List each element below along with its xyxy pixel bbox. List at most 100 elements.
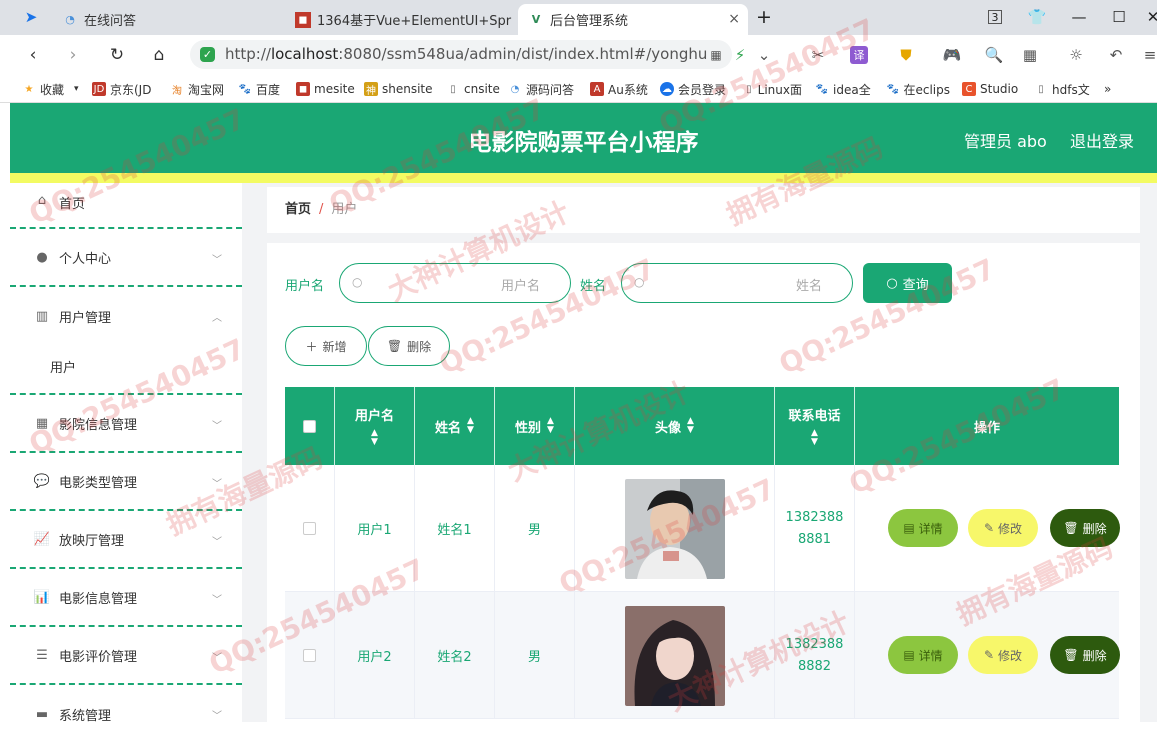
bookmark-item[interactable]: ▯ Linux面 bbox=[744, 80, 802, 98]
bookmark-item[interactable]: ▯ cnsite bbox=[446, 80, 500, 98]
bookmark-item[interactable]: 🐾 在eclips bbox=[886, 80, 951, 98]
edit-button[interactable]: ✎ 修改 bbox=[968, 509, 1038, 547]
building-icon: ▥ bbox=[35, 308, 49, 324]
detail-button[interactable]: ▤ 详情 bbox=[888, 509, 958, 547]
translate-icon[interactable]: 译 bbox=[850, 46, 868, 64]
browser-logo-icon[interactable]: ➤ bbox=[20, 6, 42, 28]
window-badge-icon[interactable]: 3 bbox=[988, 10, 1002, 24]
forward-icon[interactable]: › bbox=[62, 44, 84, 66]
browser-tab-active[interactable]: V 后台管理系统 × bbox=[518, 4, 748, 35]
back-icon[interactable]: ‹ bbox=[22, 44, 44, 66]
header-label: 用户名 bbox=[354, 409, 394, 424]
sidebar-item-system[interactable]: ▬ 系统管理 ﹀ bbox=[10, 685, 242, 743]
name-search-input[interactable]: ○ 姓名 bbox=[621, 263, 853, 303]
sidebar-item-movie-type[interactable]: 💬 电影类型管理 ﹀ bbox=[10, 453, 242, 511]
sort-icon[interactable]: ▲ ▼ bbox=[547, 417, 554, 435]
apps-grid-icon[interactable]: ▦ bbox=[1018, 44, 1042, 66]
home-icon[interactable]: ⌂ bbox=[148, 44, 170, 66]
batch-delete-button[interactable]: 🗑 删除 bbox=[368, 326, 450, 366]
undo-icon[interactable]: ↶ bbox=[1104, 44, 1128, 66]
sidebar-item-label: 电影类型管理 bbox=[59, 475, 138, 491]
sidebar-item-movie-review[interactable]: ☰ 电影评价管理 ﹀ bbox=[10, 627, 242, 685]
shield-yen-icon[interactable]: ⛊ bbox=[894, 44, 918, 66]
column-header-name[interactable]: 姓名 ▲ ▼ bbox=[415, 387, 495, 465]
cell-avatar bbox=[575, 592, 775, 719]
new-tab-button[interactable]: + bbox=[753, 6, 775, 28]
reload-icon[interactable]: ↻ bbox=[106, 44, 128, 66]
detail-label: 详情 bbox=[918, 521, 943, 536]
query-button[interactable]: ○ 查询 bbox=[863, 263, 952, 303]
table-row: 用户1 姓名1 男 1382388 8881 ▤ 详情 ✎ 修改 🗑 删除 bbox=[285, 465, 1120, 592]
bookmark-item[interactable]: 🐾 idea全 bbox=[815, 80, 873, 98]
menu-icon[interactable]: ≡ bbox=[1138, 44, 1157, 66]
sort-icon[interactable]: ▲ ▼ bbox=[811, 429, 818, 447]
browser-tab-2[interactable]: ◼ 1364基于Vue+ElementUI+Spr bbox=[285, 4, 515, 35]
scissors-icon[interactable]: ✂ bbox=[806, 44, 830, 66]
url-input[interactable]: ✓ http://localhost:8080/ssm548ua/admin/d… bbox=[190, 40, 732, 69]
username-placeholder: 用户名 bbox=[500, 279, 540, 294]
bookmark-item[interactable]: ★ 收藏 ▾ bbox=[22, 80, 79, 98]
detail-label: 详情 bbox=[918, 648, 943, 663]
header-label: 操作 bbox=[973, 420, 1000, 436]
delete-button[interactable]: 🗑 删除 bbox=[1050, 636, 1120, 674]
sort-icon[interactable]: ▲ ▼ bbox=[687, 417, 694, 435]
detail-button[interactable]: ▤ 详情 bbox=[888, 636, 958, 674]
add-label: 新增 bbox=[322, 339, 347, 354]
chevron-down-icon[interactable]: ⌄ bbox=[752, 44, 776, 66]
sort-icon[interactable]: ▲ ▼ bbox=[467, 417, 474, 435]
grid-small-icon[interactable]: ▦ bbox=[704, 44, 728, 66]
column-header-username[interactable]: 用户名 ▲ ▼ bbox=[335, 387, 415, 465]
bookmark-item[interactable]: 🐾 百度 bbox=[238, 80, 280, 98]
sidebar-item-cinema[interactable]: ▦ 影院信息管理 ﹀ bbox=[10, 395, 242, 453]
bookmark-item[interactable]: A Au系统 bbox=[590, 80, 648, 98]
sidebar-item-profile[interactable]: ● 个人中心 ﹀ bbox=[10, 229, 242, 287]
sidebar-subitem-user[interactable]: 用户 bbox=[10, 343, 242, 395]
bookmark-item[interactable]: ▯ hdfs文 bbox=[1034, 80, 1092, 98]
column-header-gender[interactable]: 性别 ▲ ▼ bbox=[495, 387, 575, 465]
bookmark-item[interactable]: 淘淘宝网 bbox=[170, 80, 224, 98]
tab-site-icon: ◔ bbox=[65, 13, 75, 26]
lightning-icon[interactable]: ⚡ bbox=[728, 44, 752, 66]
sidebar-item-hall[interactable]: 📈 放映厅管理 ﹀ bbox=[10, 511, 242, 569]
sidebar-item-label: 个人中心 bbox=[59, 251, 112, 267]
chevron-down-icon: ﹀ bbox=[212, 711, 222, 722]
cloud-icon: ☁ bbox=[660, 82, 674, 96]
bookmark-item[interactable]: C Studio bbox=[962, 80, 1018, 98]
bookmark-item[interactable]: 神 shensite bbox=[364, 80, 433, 98]
sidebar-item-movie-info[interactable]: 📊 电影信息管理 ﹀ bbox=[10, 569, 242, 627]
chevron-up-icon: ︿ bbox=[212, 313, 222, 324]
edit-button[interactable]: ✎ 修改 bbox=[968, 636, 1038, 674]
bookmark-label: 源码问答 bbox=[526, 82, 575, 97]
bookmarks-more[interactable]: » bbox=[1104, 80, 1111, 98]
close-window-icon[interactable]: ✕ bbox=[1142, 6, 1157, 28]
delete-button[interactable]: 🗑 删除 bbox=[1050, 509, 1120, 547]
sun-icon[interactable]: ☼ bbox=[1064, 44, 1088, 66]
sidebar-item-home[interactable]: ⌂ 首页 bbox=[10, 183, 242, 229]
search-icon: ○ bbox=[352, 275, 363, 289]
browser-tab-1[interactable]: ◔ 在线问答 bbox=[52, 4, 282, 35]
search-icon[interactable]: 🔍 bbox=[982, 44, 1006, 66]
bookmark-item[interactable]: ◔ 源码问答 bbox=[508, 80, 574, 98]
logout-button[interactable]: 退出登录 bbox=[1070, 128, 1134, 152]
shirt-icon[interactable]: 👕 bbox=[1026, 6, 1048, 28]
vue-icon: V bbox=[531, 13, 541, 26]
username-search-input[interactable]: ○ 用户名 bbox=[339, 263, 571, 303]
bookmark-item[interactable]: ☁ 会员登录 bbox=[660, 80, 730, 98]
chevron-down-icon: ﹀ bbox=[212, 537, 222, 548]
column-header-avatar[interactable]: 头像 ▲ ▼ bbox=[575, 387, 775, 465]
row-checkbox[interactable] bbox=[303, 522, 316, 535]
row-checkbox[interactable] bbox=[303, 649, 316, 662]
game-icon[interactable]: 🎮 bbox=[940, 44, 964, 66]
select-all-checkbox[interactable] bbox=[303, 419, 316, 433]
close-tab-icon[interactable]: × bbox=[728, 11, 740, 27]
minimize-icon[interactable]: — bbox=[1068, 6, 1090, 28]
maximize-icon[interactable]: ☐ bbox=[1108, 6, 1130, 28]
add-button[interactable]: ＋ 新增 bbox=[285, 326, 367, 366]
sort-icon[interactable]: ▲ ▼ bbox=[371, 429, 378, 447]
bookmark-item[interactable]: ◼ mesite bbox=[296, 80, 355, 98]
sidebar-item-user-management[interactable]: ▥ 用户管理 ︿ bbox=[10, 287, 242, 345]
user-icon: ● bbox=[36, 249, 48, 265]
column-header-phone[interactable]: 联系电话 ▲ ▼ bbox=[775, 387, 855, 465]
breadcrumb-home[interactable]: 首页 bbox=[285, 202, 311, 217]
bookmark-item[interactable]: JD 京东(JD bbox=[92, 80, 160, 98]
